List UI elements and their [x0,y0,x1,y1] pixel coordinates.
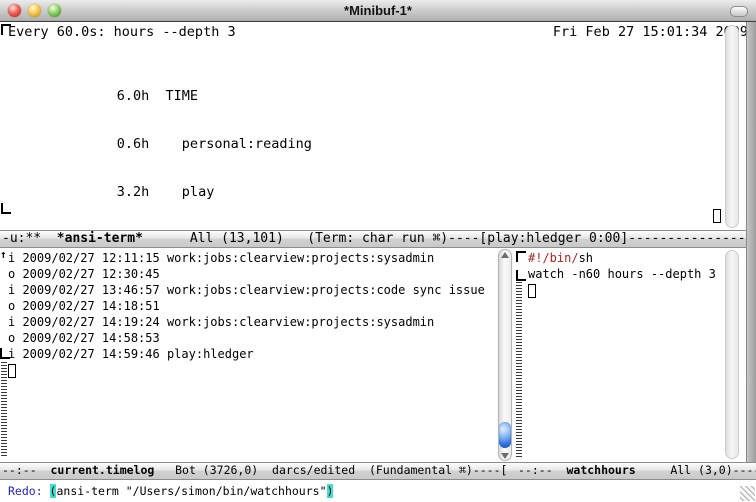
watch-header-row: Every 60.0s: hours --depth 3 Fri Feb 27 … [8,24,748,40]
window-title: *Minibuf-1* [0,3,756,18]
minibuffer-area[interactable]: Redo: (ansi-term "/Users/simon/bin/watch… [0,480,756,502]
watch-timestamp: Fri Feb 27 15:01:34 2009 [553,24,748,40]
script-line: watch -n60 hours --depth 3 [528,266,716,282]
log-line: i 2009/02/27 14:59:46 play:hledger [8,346,254,362]
modeline-flags: -u:** [2,231,57,246]
buffer-top-corner-icon [516,251,526,262]
shebang-interpreter-path: #!/bin/ [528,251,579,265]
minibuffer-command: ansi-term "/Users/simon/bin/watchhours" [56,484,326,498]
window-edge[interactable] [746,22,756,462]
scrollbar-track-script[interactable] [725,250,739,459]
timelog-cursor [8,364,16,378]
bottom-modelines: --:-- current.timelog Bot (3726,0) darcs… [0,462,756,480]
log-line: i 2009/02/27 14:19:24 work:jobs:clearvie… [8,314,434,330]
paren-close-highlight: ) [327,484,334,498]
title-bar[interactable]: *Minibuf-1* [0,0,756,22]
empty-line-indicator [1,362,7,458]
report-line: 3.2h play [3,184,312,200]
minibuffer-text: Redo: (ansi-term "/Users/simon/bin/watch… [8,483,333,499]
script-cursor [528,284,536,298]
empty-line-indicator [516,282,522,458]
terminal-cursor [713,209,721,223]
scrollbar-thumb[interactable] [499,422,511,448]
modeline-ansi-term[interactable]: -u:** *ansi-term* All (13,101) (Term: ch… [0,230,756,248]
log-line: o 2009/02/27 14:18:51 [8,298,160,314]
terminal-pane[interactable]: Every 60.0s: hours --depth 3 Fri Feb 27 … [0,22,746,230]
modeline-watchhours[interactable]: --:-- watchhours All (3,0)-------------- [514,463,756,479]
modeline-timelog[interactable]: --:-- current.timelog Bot (3726,0) darcs… [0,463,514,479]
shebang-shell-name: sh [579,251,593,265]
modeline-buffer-name: current.timelog [50,463,154,477]
modeline-info: All (13,101) (Term: char run ⌘)----[play… [143,231,756,246]
scrollbar-down-arrow-icon[interactable] [501,453,509,459]
log-line: o 2009/02/27 14:58:53 [8,330,160,346]
scrollbar-track-terminal[interactable] [725,25,739,228]
shebang-line: #!/bin/sh [528,250,593,266]
scrollbar-timelog[interactable] [497,248,513,462]
emacs-window: *Minibuf-1* Every 60.0s: hours --depth 3… [0,0,756,502]
resize-grip[interactable] [740,486,755,501]
modeline-info: All (3,0)-------------- [636,463,756,477]
modeline-flags: --:-- [2,463,50,477]
report-line: 0.6h personal:reading [3,136,312,152]
toolbar-pill-button[interactable] [730,6,748,17]
modeline-flags: --:-- [518,463,566,477]
buffer-continuation-arrow-icon: ↑ [0,249,7,261]
log-line: i 2009/02/27 12:11:15 work:jobs:clearvie… [8,250,434,266]
log-line: o 2009/02/27 12:30:45 [8,266,160,282]
log-line: i 2009/02/27 13:46:57 work:jobs:clearvie… [8,282,485,298]
minibuffer-prompt: Redo: [8,484,50,498]
script-pane[interactable]: #!/bin/sh watch -n60 hours --depth 3 [513,248,746,462]
buffer-top-corner-icon [1,24,11,35]
modeline-info: Bot (3726,0) darcs/edited (Fundamental ⌘… [154,463,507,477]
report-line: 6.0h TIME [3,88,312,104]
buffer-bottom-corner-icon [516,270,526,281]
timelog-pane[interactable]: i 2009/02/27 12:11:15 work:jobs:clearvie… [0,248,497,462]
modeline-buffer-name: watchhours [566,463,635,477]
scrollbar-up-arrow-icon[interactable] [501,252,509,258]
buffer-bottom-corner-icon [0,348,10,359]
modeline-buffer-name: *ansi-term* [57,231,143,246]
watch-command-line: Every 60.0s: hours --depth 3 [8,24,236,40]
buffer-bottom-corner-icon [1,203,11,214]
